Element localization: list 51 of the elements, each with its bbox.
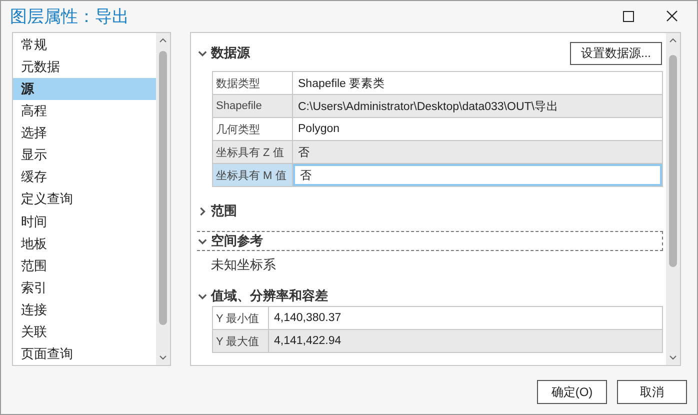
sidebar-item[interactable]: 源 (13, 78, 156, 100)
property-label: 坐标具有 M 值 (213, 164, 293, 186)
sidebar-item[interactable]: 常规 (13, 34, 156, 56)
property-label: 坐标具有 Z 值 (213, 141, 293, 163)
section-title[interactable]: 范围 (211, 202, 662, 220)
close-icon (666, 10, 678, 22)
property-value-field[interactable]: 否 (293, 164, 662, 186)
ok-button[interactable]: 确定(O) (537, 380, 607, 404)
sidebar-item[interactable]: 缓存 (13, 166, 156, 188)
sidebar-item[interactable]: 页面查询 (13, 342, 156, 365)
sidebar-item[interactable]: 定义查询 (13, 188, 156, 210)
sidebar-item[interactable]: 选择 (13, 122, 156, 144)
chevron-down-icon[interactable] (198, 292, 207, 300)
sidebar-item[interactable]: 地板 (13, 232, 156, 255)
property-label: 数据类型 (213, 72, 293, 94)
property-value: 4,141,422.94 (273, 334, 342, 349)
scrollbar[interactable] (666, 33, 680, 365)
property-value: Polygon (297, 122, 341, 137)
scroll-down-icon[interactable] (669, 355, 677, 360)
sidebar-item[interactable]: 元数据 (13, 56, 156, 78)
section-title[interactable]: 数据源 (211, 44, 566, 62)
scrollbar-thumb[interactable] (159, 51, 167, 325)
chevron-down-icon[interactable] (198, 48, 207, 58)
property-label: 几何类型 (213, 118, 293, 140)
sidebar-item[interactable]: 索引 (13, 276, 156, 299)
property-value: 否 (297, 146, 311, 160)
set-data-source-button[interactable]: 设置数据源... (570, 42, 662, 64)
sidebar-item[interactable]: 范围 (13, 254, 156, 277)
property-value: C:\Users\Administrator\Desktop\data033\OUT\导出 (297, 100, 560, 114)
maximize-icon (622, 10, 634, 22)
sidebar-item[interactable]: 连接 (13, 298, 156, 321)
sidebar-item[interactable]: 关联 (13, 320, 156, 343)
property-label: Shapefile (213, 95, 293, 117)
sidebar-item[interactable]: 高程 (13, 100, 156, 122)
chevron-right-icon[interactable] (198, 206, 207, 216)
cancel-button[interactable]: 取消 (617, 380, 687, 404)
property-label: Y 最小值 (213, 307, 269, 329)
scroll-up-icon[interactable] (669, 38, 677, 43)
sidebar-item[interactable]: 显示 (13, 144, 156, 166)
window-title: 图层属性：导出 (10, 6, 130, 28)
property-label: Y 最大值 (213, 330, 269, 352)
property-value: 4,140,380.37 (273, 311, 342, 326)
scrollbar-thumb[interactable] (669, 55, 677, 267)
scrollbar[interactable] (156, 33, 170, 365)
scroll-down-icon[interactable] (159, 355, 167, 360)
section-text: 未知坐标系 (211, 256, 277, 274)
chevron-down-icon[interactable] (198, 236, 207, 246)
sidebar-item[interactable]: 时间 (13, 210, 156, 233)
scroll-up-icon[interactable] (159, 38, 167, 43)
property-value: Shapefile 要素类 (297, 76, 386, 92)
section-title[interactable]: 值域、分辨率和容差 (211, 287, 662, 305)
